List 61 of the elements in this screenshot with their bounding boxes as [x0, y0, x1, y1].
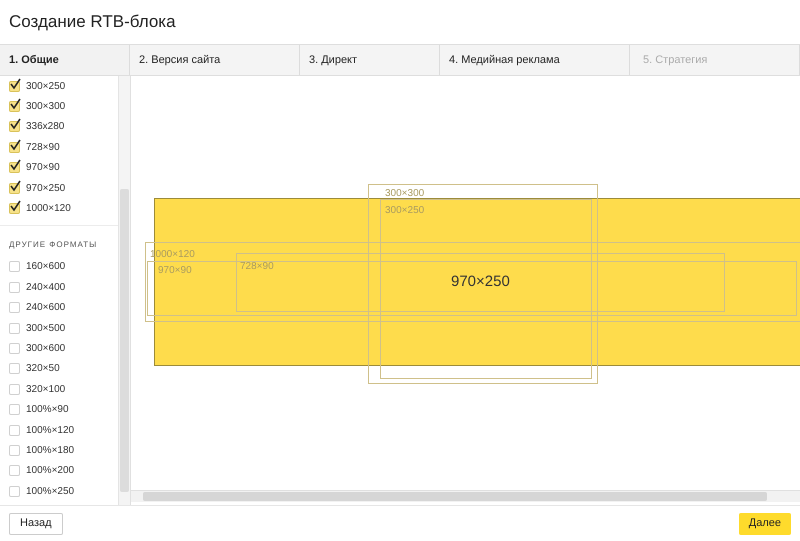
- horizontal-scrollbar[interactable]: [131, 490, 800, 502]
- checkbox[interactable]: [9, 444, 20, 456]
- format-label: 160×600: [26, 260, 66, 274]
- format-label: 300×600: [26, 342, 66, 356]
- checkmark-icon: [9, 200, 21, 212]
- checked-checkbox[interactable]: [9, 101, 20, 112]
- format-label: 100%×250: [26, 484, 74, 499]
- scrollbar-thumb[interactable]: [120, 189, 129, 492]
- format-label: 240×400: [26, 280, 66, 295]
- format-label: 970×250: [26, 182, 66, 196]
- format-label: 1000×120: [26, 202, 71, 216]
- step-tab[interactable]: 4. Медийная реклама: [440, 45, 630, 75]
- selected-format-label: 970×250: [451, 272, 510, 292]
- format-label: 728×90: [26, 140, 60, 155]
- format-label: 336x280: [26, 120, 64, 134]
- format-label: 970×90: [26, 161, 60, 176]
- next-button[interactable]: Далее: [738, 512, 791, 534]
- checkmark-icon: [9, 159, 21, 172]
- scrollbar[interactable]: [118, 76, 130, 505]
- checkbox[interactable]: [9, 404, 20, 416]
- format-outline-label: 970×90: [158, 264, 192, 278]
- group-heading: ДРУГИЕ ФОРМАТЫ: [8, 238, 98, 251]
- format-outline-label: 300×250: [385, 204, 424, 218]
- checkmark-icon: [9, 138, 21, 151]
- checkbox[interactable]: [9, 261, 20, 272]
- checkbox[interactable]: [9, 424, 20, 436]
- step-tab[interactable]: 2. Версия сайта: [130, 45, 300, 75]
- checkmark-icon: [9, 180, 21, 192]
- format-label: 300×250: [26, 80, 66, 94]
- scrollbar-thumb[interactable]: [143, 492, 767, 501]
- checkbox[interactable]: [9, 384, 20, 395]
- step-tab[interactable]: 3. Директ: [300, 45, 440, 75]
- checkbox[interactable]: [9, 302, 20, 314]
- checkbox[interactable]: [9, 363, 20, 374]
- checked-checkbox[interactable]: [9, 162, 20, 174]
- format-label: 300×300: [26, 100, 66, 114]
- format-label: 240×600: [26, 301, 66, 316]
- checkbox[interactable]: [9, 342, 20, 354]
- checkbox[interactable]: [9, 322, 20, 334]
- format-outline-label: 728×90: [240, 260, 274, 274]
- checked-checkbox[interactable]: [9, 121, 20, 132]
- checked-checkbox[interactable]: [9, 142, 20, 153]
- format-label: 300×500: [26, 322, 66, 336]
- checked-checkbox[interactable]: [9, 182, 20, 194]
- format-label: 100%×120: [26, 424, 74, 438]
- checkmark-icon: [9, 118, 21, 130]
- format-label: 100%×90: [26, 403, 69, 418]
- checkmark-icon: [9, 78, 21, 90]
- checked-checkbox[interactable]: [9, 80, 20, 92]
- format-label: 320×50: [26, 362, 60, 376]
- checked-checkbox[interactable]: [9, 203, 20, 214]
- format-outline-label: 300×300: [385, 187, 424, 201]
- format-label: 100%×200: [26, 464, 74, 478]
- checkbox[interactable]: [9, 465, 20, 476]
- format-label: 100%×180: [26, 444, 74, 458]
- back-button[interactable]: Назад: [9, 512, 63, 534]
- checkbox[interactable]: [9, 486, 20, 497]
- window-title: Создание RTB-блока: [9, 11, 176, 34]
- format-label: 320×100: [26, 382, 66, 397]
- checkbox[interactable]: [9, 282, 20, 293]
- checkmark-icon: [9, 98, 21, 110]
